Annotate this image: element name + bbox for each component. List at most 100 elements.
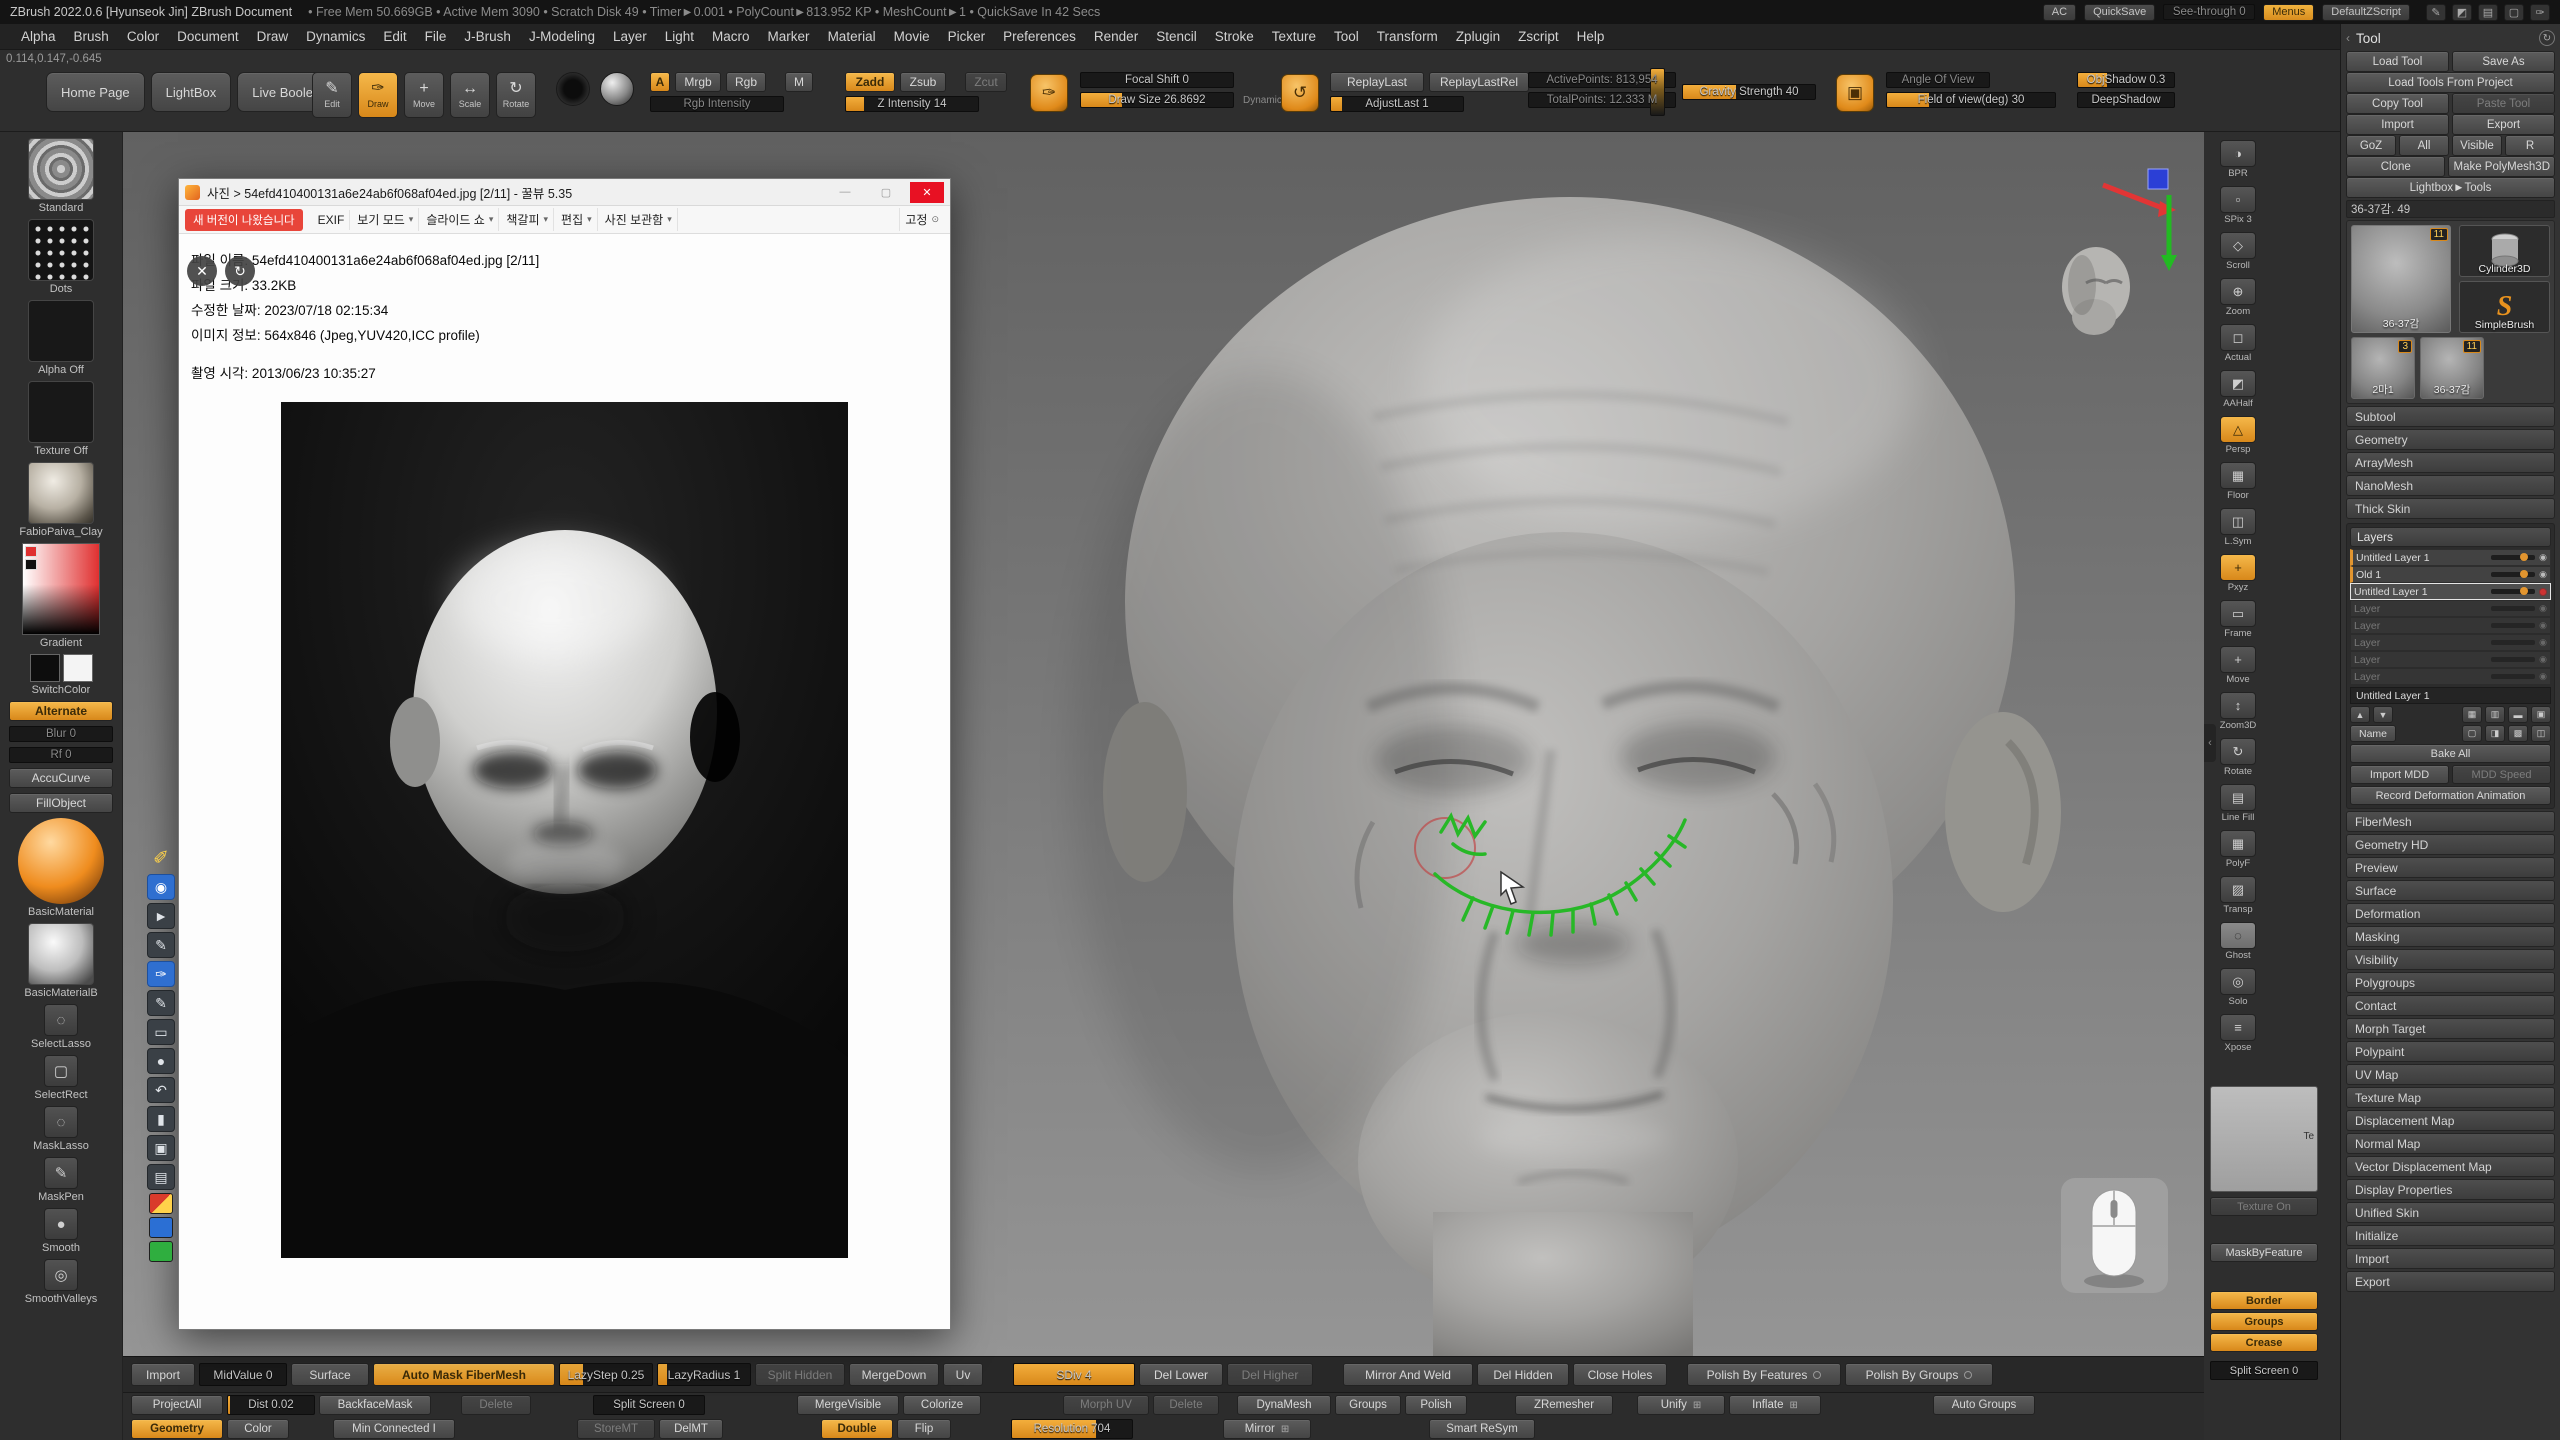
load-tools-from-project-button[interactable]: Load Tools From Project: [2346, 72, 2555, 93]
copy-tool-button[interactable]: Copy Tool: [2346, 93, 2449, 114]
photo-window-titlebar[interactable]: 사진 > 54efd410400131a6e24ab6f068af04ed.jp…: [179, 179, 950, 206]
fillobject-button[interactable]: FillObject: [9, 793, 113, 813]
layer-name-button[interactable]: Name: [2350, 725, 2396, 742]
auto-groups-button[interactable]: Auto Groups: [1933, 1395, 2035, 1415]
replay-icon[interactable]: ↺: [1281, 74, 1319, 112]
menu-tool[interactable]: Tool: [1325, 26, 1368, 47]
photo-image[interactable]: [281, 402, 848, 1258]
close-holes-button[interactable]: Close Holes: [1573, 1363, 1667, 1386]
shelf-transp[interactable]: ▨Transp: [2214, 876, 2262, 915]
layer-invert-icon[interactable]: ◨: [2485, 725, 2505, 742]
layer-all-icon[interactable]: ▩: [2508, 725, 2528, 742]
split-screen-0-slider[interactable]: Split Screen 0: [593, 1395, 705, 1415]
draw-size-icon[interactable]: ✑: [1030, 74, 1068, 112]
undo-icon[interactable]: ↶: [147, 1077, 175, 1103]
texture-selector[interactable]: Texture Off: [28, 381, 94, 457]
rf-0-slider[interactable]: Rf 0: [9, 747, 113, 763]
color-picker[interactable]: Gradient: [22, 543, 100, 649]
rgb-intensity-slider[interactable]: Rgb Intensity: [650, 96, 784, 112]
polish-button[interactable]: Polish: [1405, 1395, 1467, 1415]
menu-movie[interactable]: Movie: [885, 26, 939, 47]
import-button[interactable]: Import: [2346, 114, 2449, 135]
see-through-0-slider[interactable]: See-through 0: [2163, 4, 2255, 20]
dynamesh-button[interactable]: DynaMesh: [1237, 1395, 1331, 1415]
groups-button[interactable]: Groups: [2210, 1312, 2318, 1331]
tray-selectlasso[interactable]: ◌SelectLasso: [31, 1004, 91, 1050]
section-import[interactable]: Import: [2346, 1248, 2555, 1269]
section-subtool[interactable]: Subtool: [2346, 406, 2555, 427]
close-icon[interactable]: ✕: [910, 182, 944, 203]
lazyradius-1-slider[interactable]: LazyRadius 1: [657, 1363, 751, 1386]
alpha-icon[interactable]: [600, 72, 634, 106]
layer-intensity-slider[interactable]: [2491, 555, 2535, 560]
shelf-solo[interactable]: ◎Solo: [2214, 968, 2262, 1007]
shelf-rotate[interactable]: ↻Rotate: [2214, 738, 2262, 777]
deepshadow-slider[interactable]: DeepShadow: [2077, 92, 2175, 108]
section-fibermesh[interactable]: FiberMesh: [2346, 811, 2555, 832]
shelf-zoom[interactable]: ⊕Zoom: [2214, 278, 2262, 317]
tray-smooth[interactable]: ●Smooth: [42, 1208, 80, 1254]
adjustlast-1-slider[interactable]: AdjustLast 1: [1330, 96, 1464, 112]
menus-button[interactable]: Menus: [2263, 4, 2314, 21]
section-deformation[interactable]: Deformation: [2346, 903, 2555, 924]
layer-row[interactable]: Untitled Layer 1: [2350, 583, 2551, 600]
layer-intensity-slider[interactable]: [2491, 589, 2535, 594]
tray-blur-0[interactable]: Blur 0: [9, 726, 113, 742]
layer-eye-icon[interactable]: ◉: [2539, 620, 2547, 631]
maximize-icon[interactable]: ▢: [869, 182, 903, 203]
make-polymesh3d-button[interactable]: Make PolyMesh3D: [2448, 156, 2555, 177]
shelf-move[interactable]: +Move: [2214, 646, 2262, 685]
section-export[interactable]: Export: [2346, 1271, 2555, 1292]
pv-menu-item[interactable]: 슬라이드 쇼▾: [421, 208, 499, 231]
angle-of-view-icon[interactable]: ▣: [1836, 74, 1874, 112]
border-button[interactable]: Border: [2210, 1291, 2318, 1310]
activepoints-813-954-slider[interactable]: ActivePoints: 813,954: [1528, 72, 1676, 88]
scale-mode-button[interactable]: ↔Scale: [450, 72, 490, 118]
maskbyfeature-button[interactable]: MaskByFeature: [2210, 1243, 2318, 1262]
layer-eye-icon[interactable]: ◉: [2539, 671, 2547, 682]
menu-j-modeling[interactable]: J-Modeling: [520, 26, 604, 47]
layer-intensity-slider[interactable]: [2491, 674, 2535, 679]
menu-zplugin[interactable]: Zplugin: [1447, 26, 1509, 47]
uv-button[interactable]: Uv: [943, 1363, 983, 1386]
cursor-icon[interactable]: ►: [147, 903, 175, 929]
all-button[interactable]: All: [2399, 135, 2449, 156]
morph-uv-button[interactable]: Morph UV: [1063, 1395, 1149, 1415]
blur-0-slider[interactable]: Blur 0: [9, 726, 113, 742]
section-uv-map[interactable]: UV Map: [2346, 1064, 2555, 1085]
menu-file[interactable]: File: [416, 26, 456, 47]
lightbox-button[interactable]: LightBox: [151, 72, 232, 112]
palette-icon[interactable]: ◩: [2452, 4, 2472, 21]
colorize-button[interactable]: Colorize: [903, 1395, 981, 1415]
layers-section-header[interactable]: Layers: [2350, 527, 2551, 547]
layer-eye-icon[interactable]: ◉: [2539, 654, 2547, 665]
menu-dynamics[interactable]: Dynamics: [297, 26, 374, 47]
tray-selectrect[interactable]: ▢SelectRect: [34, 1055, 87, 1101]
pv-menu-item[interactable]: 편집▾: [556, 208, 598, 231]
stroke-icon[interactable]: [556, 72, 590, 106]
groups-button[interactable]: Groups: [1335, 1395, 1401, 1415]
camera-icon[interactable]: ▣: [147, 1135, 175, 1161]
layer-row[interactable]: Layer◉: [2350, 617, 2551, 634]
merge-layer-icon[interactable]: ▣: [2531, 706, 2551, 723]
shelf-actual[interactable]: ◻Actual: [2214, 324, 2262, 363]
shelf-xpose[interactable]: ≡Xpose: [2214, 1014, 2262, 1053]
move-mode-button[interactable]: +Move: [404, 72, 444, 118]
alpha-selector[interactable]: Alpha Off: [28, 300, 94, 376]
material-basic[interactable]: BasicMaterial: [18, 818, 104, 918]
menu-stencil[interactable]: Stencil: [1147, 26, 1206, 47]
section-nanomesh[interactable]: NanoMesh: [2346, 475, 2555, 496]
record-deformation-button[interactable]: Record Deformation Animation: [2350, 786, 2551, 805]
active-tool-thumbnail[interactable]: 11 36-37감: [2351, 225, 2451, 333]
alpha-selector-thumb[interactable]: [28, 300, 94, 362]
layer-select-icon[interactable]: ▢: [2462, 725, 2482, 742]
shelf-scroll[interactable]: ◇Scroll: [2214, 232, 2262, 271]
load-tool-button[interactable]: Load Tool: [2346, 51, 2449, 72]
split-hidden-button[interactable]: Split Hidden: [755, 1363, 845, 1386]
pv-menu-item[interactable]: 책갈피▾: [501, 208, 554, 231]
clipboard-icon[interactable]: ▤: [147, 1164, 175, 1190]
new-layer-icon[interactable]: ▦: [2462, 706, 2482, 723]
polish-by-features-button[interactable]: Polish By Features: [1687, 1363, 1841, 1386]
section-polypaint[interactable]: Polypaint: [2346, 1041, 2555, 1062]
tool-cylinder3d[interactable]: Cylinder3D: [2459, 225, 2550, 277]
